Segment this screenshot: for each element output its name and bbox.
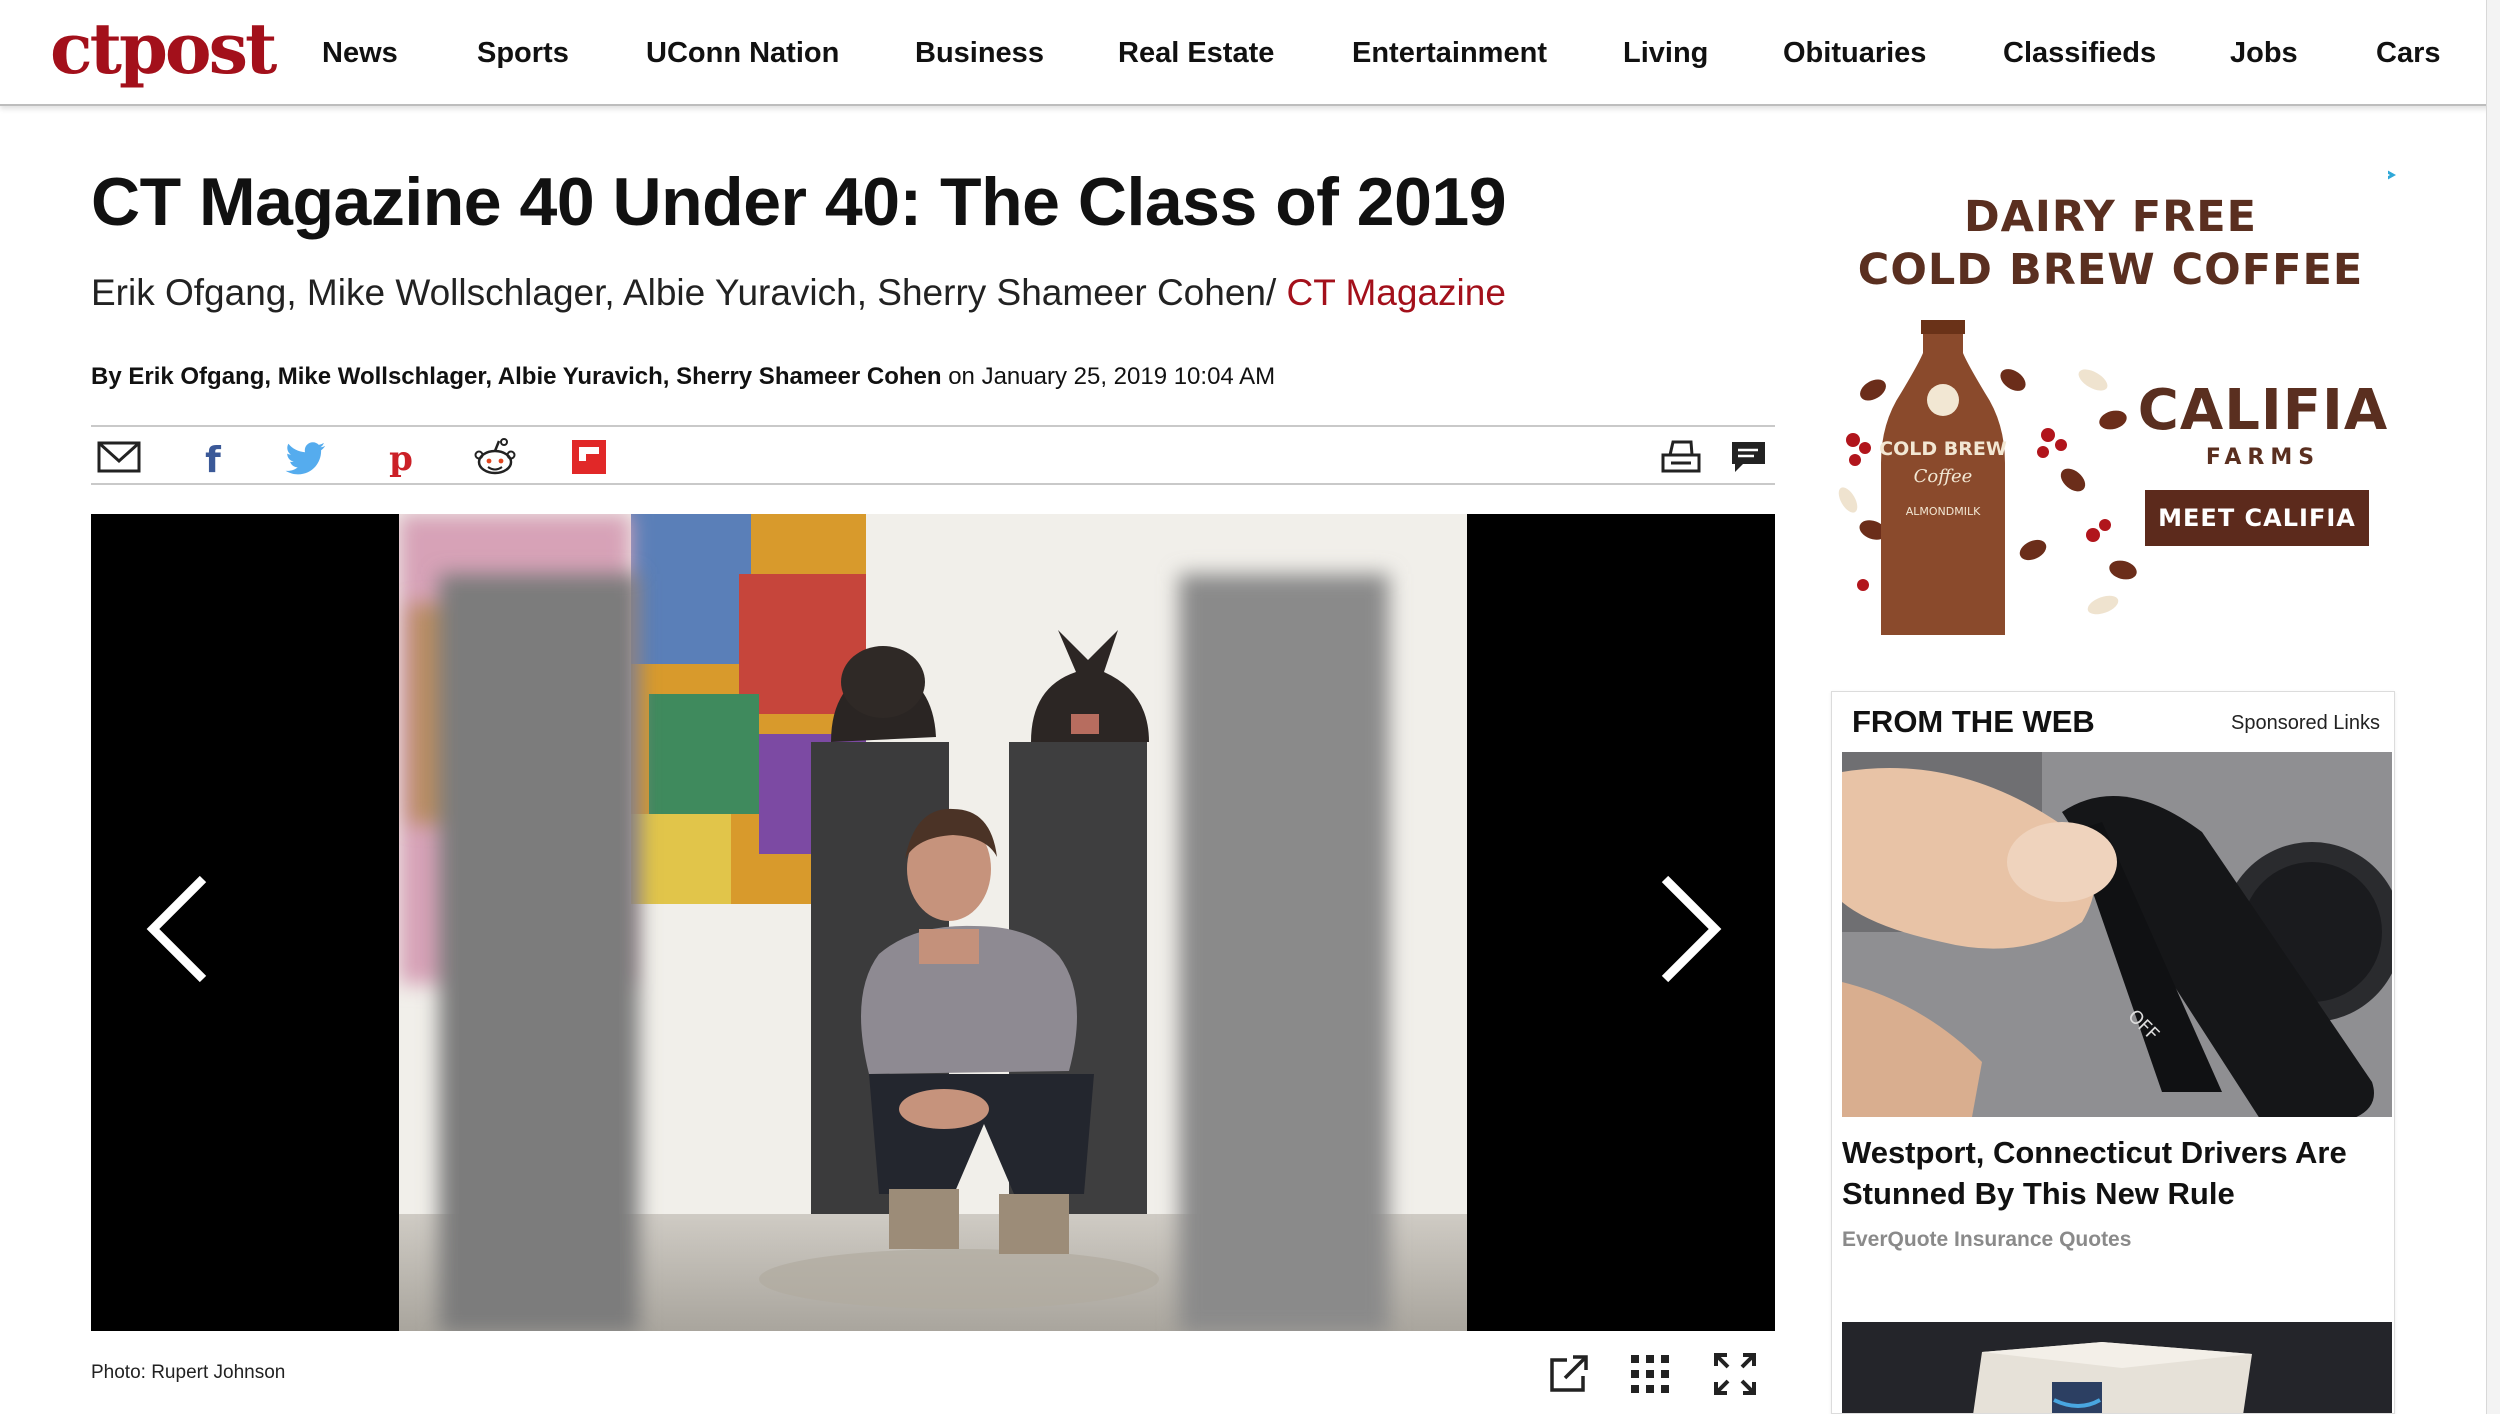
advertisement[interactable]: DAIRY FREE COLD BREW COFFEE COLD BREW Co…: [1833, 160, 2388, 635]
nav-item-classifieds[interactable]: Classifieds: [2003, 0, 2156, 106]
page-scrollbar[interactable]: [2486, 0, 2500, 1414]
svg-text:p: p: [389, 439, 413, 477]
ad-headline-2: COLD BREW COFFEE: [1857, 245, 2364, 295]
sponsored-card-title[interactable]: Westport, Connecticut Drivers Are Stunne…: [1842, 1132, 2382, 1214]
sponsored-card-image[interactable]: OFF: [1842, 752, 2392, 1117]
sponsored-card-image-2[interactable]: [1842, 1322, 2392, 1413]
from-the-web-widget: FROM THE WEB Sponsored Links OFF Westpor…: [1831, 691, 2395, 1414]
comments-icon[interactable]: [1727, 437, 1771, 477]
article-headline: CT Magazine 40 Under 40: The Class of 20…: [91, 164, 1507, 240]
ad-cta-button[interactable]: MEET CALIFIA: [2145, 490, 2369, 546]
nav-item-obituaries[interactable]: Obituaries: [1783, 0, 1926, 106]
open-external-icon[interactable]: [1547, 1352, 1591, 1396]
ad-bottle-label-2: Coffee: [1914, 466, 1973, 487]
nav-item-news[interactable]: News: [322, 0, 398, 106]
byline-authors[interactable]: Erik Ofgang, Mike Wollschlager, Albie Yu…: [128, 363, 941, 390]
car-stalk-illustration: OFF: [1842, 752, 2392, 1117]
photo-caption: Photo: Rupert Johnson: [91, 1362, 286, 1383]
package-illustration: [1842, 1322, 2392, 1413]
authors-line: Erik Ofgang, Mike Wollschlager, Albie Yu…: [91, 270, 1506, 316]
email-icon[interactable]: [97, 437, 141, 477]
nav-item-jobs[interactable]: Jobs: [2230, 0, 2298, 106]
next-arrow-icon[interactable]: [1647, 869, 1727, 989]
gallery-photo: [399, 514, 1467, 1331]
nav-item-real-estate[interactable]: Real Estate: [1118, 0, 1274, 106]
nav-item-living[interactable]: Living: [1623, 0, 1708, 106]
nav-item-uconn-nation[interactable]: UConn Nation: [646, 0, 839, 106]
ad-bottle-label-3: ALMONDMILK: [1906, 505, 1981, 518]
flipboard-icon[interactable]: [567, 437, 611, 477]
site-header: ctpost News Sports UConn Nation Business…: [0, 0, 2500, 106]
facebook-icon[interactable]: f: [191, 437, 235, 477]
ad-bottle-illustration: COLD BREW Coffee ALMONDMILK: [1838, 320, 2137, 635]
photo-gallery[interactable]: [91, 514, 1775, 1331]
ad-brand: CALIFIA: [2137, 378, 2389, 443]
svg-text:f: f: [205, 440, 221, 477]
from-the-web-heading: FROM THE WEB: [1852, 704, 2095, 739]
section-link[interactable]: CT Magazine: [1287, 272, 1506, 313]
photo-illustration: [399, 514, 1467, 1331]
previous-arrow-icon[interactable]: [141, 869, 221, 989]
fullscreen-icon[interactable]: [1713, 1352, 1757, 1396]
ad-brand-sub: FARMS: [2205, 445, 2321, 470]
byline: By Erik Ofgang, Mike Wollschlager, Albie…: [91, 362, 1275, 392]
nav-item-cars[interactable]: Cars: [2376, 0, 2441, 106]
ad-bottle-label-1: COLD BREW: [1879, 438, 2007, 460]
byline-prefix: By: [91, 363, 122, 390]
sponsored-links-label[interactable]: Sponsored Links: [2231, 712, 2380, 735]
print-icon[interactable]: [1659, 437, 1703, 477]
pinterest-icon[interactable]: p: [379, 437, 423, 477]
nav-item-business[interactable]: Business: [915, 0, 1044, 106]
site-logo[interactable]: ctpost: [50, 4, 277, 94]
nav-item-sports[interactable]: Sports: [477, 0, 569, 106]
reddit-icon[interactable]: [473, 437, 517, 477]
grid-view-icon[interactable]: [1628, 1352, 1672, 1396]
share-bar: f p: [91, 425, 1775, 485]
authors-names: Erik Ofgang, Mike Wollschlager, Albie Yu…: [91, 272, 1277, 313]
sponsored-card-source[interactable]: EverQuote Insurance Quotes: [1842, 1228, 2131, 1252]
byline-date: on January 25, 2019 10:04 AM: [948, 363, 1276, 390]
nav-item-entertainment[interactable]: Entertainment: [1352, 0, 1547, 106]
twitter-icon[interactable]: [285, 437, 329, 477]
ad-headline-1: DAIRY FREE: [1963, 192, 2258, 242]
